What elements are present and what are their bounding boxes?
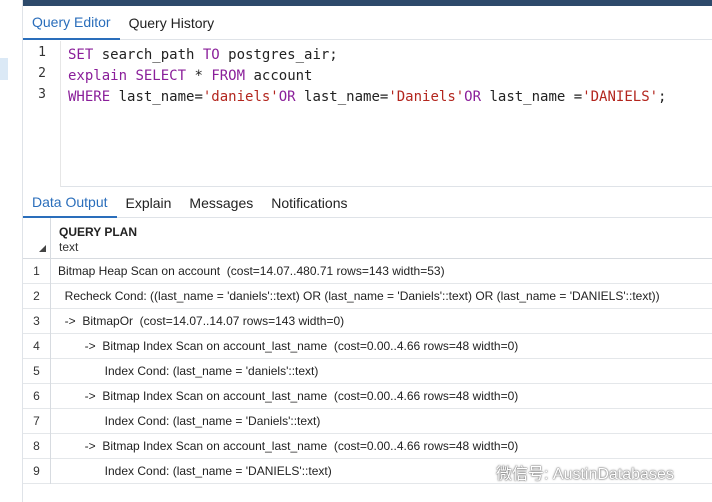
sql-string: 'daniels' [202,89,279,105]
sql-keyword: OR [464,89,482,105]
column-header-type: text [59,240,79,254]
sql-keyword: explain [68,68,128,84]
query-plan-cell[interactable]: Recheck Cond: ((last_name = 'daniels'::t… [58,284,660,309]
row-number[interactable]: 1 [23,259,51,284]
line-number: 2 [38,66,46,81]
grid-header: QUERY PLAN text [23,218,712,259]
editor-tab-bar: Query Editor Query History [23,6,712,40]
watermark-label: 微信号: AustinDatabases [496,466,674,483]
sql-text: last_name = [481,89,583,105]
sql-text: last_name= [110,89,203,105]
sql-keyword: SET [68,47,94,63]
sql-text: * [186,68,212,84]
tab-explain[interactable]: Explain [117,187,181,218]
sql-editor[interactable]: 1 2 3 SET search_path TO postgres_air; e… [23,41,712,187]
table-row[interactable]: 2 Recheck Cond: ((last_name = 'daniels':… [23,284,712,309]
query-plan-cell[interactable]: Index Cond: (last_name = 'Daniels'::text… [58,409,321,434]
sql-string: 'Daniels' [388,89,465,105]
line-number-gutter: 1 2 3 [23,41,61,187]
sql-code[interactable]: SET search_path TO postgres_air; explain… [68,41,666,121]
row-number[interactable]: 5 [23,359,51,384]
query-plan-cell[interactable]: -> BitmapOr (cost=14.07..14.07 rows=143 … [58,309,345,334]
row-number[interactable]: 2 [23,284,51,309]
sql-text: search_path [93,47,203,63]
column-header-name[interactable]: QUERY PLAN [59,225,137,239]
line-number: 3 [38,87,46,102]
code-line: WHERE last_name='daniels'OR last_name='D… [68,87,666,108]
sql-text: account [245,68,313,84]
sql-text: last_name= [295,89,389,105]
query-plan-cell[interactable]: Index Cond: (last_name = 'DANIELS'::text… [58,459,332,484]
row-number[interactable]: 3 [23,309,51,334]
sql-string: 'DANIELS' [582,89,659,105]
table-row[interactable]: 3 -> BitmapOr (cost=14.07..14.07 rows=14… [23,309,712,334]
tab-query-history[interactable]: Query History [120,6,224,40]
sql-text: ; [658,89,667,105]
sql-keyword: OR [278,89,296,105]
query-plan-cell[interactable]: Index Cond: (last_name = 'daniels'::text… [58,359,319,384]
table-row[interactable]: 1 Bitmap Heap Scan on account (cost=14.07… [23,259,712,284]
row-number[interactable]: 4 [23,334,51,359]
table-row[interactable]: 6 -> Bitmap Index Scan on account_last_n… [23,384,712,409]
sql-text: postgres_air; [219,47,338,63]
row-number[interactable]: 6 [23,384,51,409]
watermark: 微信号: AustinDatabases [470,461,674,483]
row-number[interactable]: 9 [23,459,51,484]
table-row[interactable]: 7 Index Cond: (last_name = 'Daniels'::te… [23,409,712,434]
tab-messages[interactable]: Messages [180,187,262,218]
query-plan-cell[interactable]: -> Bitmap Index Scan on account_last_nam… [58,334,519,359]
tab-data-output[interactable]: Data Output [23,187,117,218]
left-sidebar-clipped [0,0,23,502]
wechat-icon [470,463,490,480]
tab-notifications[interactable]: Notifications [262,187,356,218]
row-number[interactable]: 8 [23,434,51,459]
code-line: explain SELECT * FROM account [68,66,312,87]
corner-triangle-icon [39,245,46,252]
table-row[interactable]: 8 -> Bitmap Index Scan on account_last_n… [23,434,712,459]
sql-keyword: SELECT [135,68,187,84]
code-line: SET search_path TO postgres_air; [68,45,338,66]
table-row[interactable]: 5 Index Cond: (last_name = 'daniels'::te… [23,359,712,384]
sidebar-selected-highlight [0,58,8,80]
tab-query-editor[interactable]: Query Editor [23,6,120,40]
sql-keyword: TO [202,47,220,63]
query-plan-cell[interactable]: -> Bitmap Index Scan on account_last_nam… [58,434,519,459]
sql-keyword: WHERE [68,89,111,105]
sql-keyword: FROM [211,68,246,84]
table-row[interactable]: 4 -> Bitmap Index Scan on account_last_n… [23,334,712,359]
query-plan-cell[interactable]: -> Bitmap Index Scan on account_last_nam… [58,384,519,409]
line-number: 1 [38,45,46,60]
output-tab-bar: Data Output Explain Messages Notificatio… [23,187,712,218]
row-number[interactable]: 7 [23,409,51,434]
query-plan-cell[interactable]: Bitmap Heap Scan on account (cost=14.07.… [58,259,445,284]
select-all-corner[interactable] [23,218,51,259]
